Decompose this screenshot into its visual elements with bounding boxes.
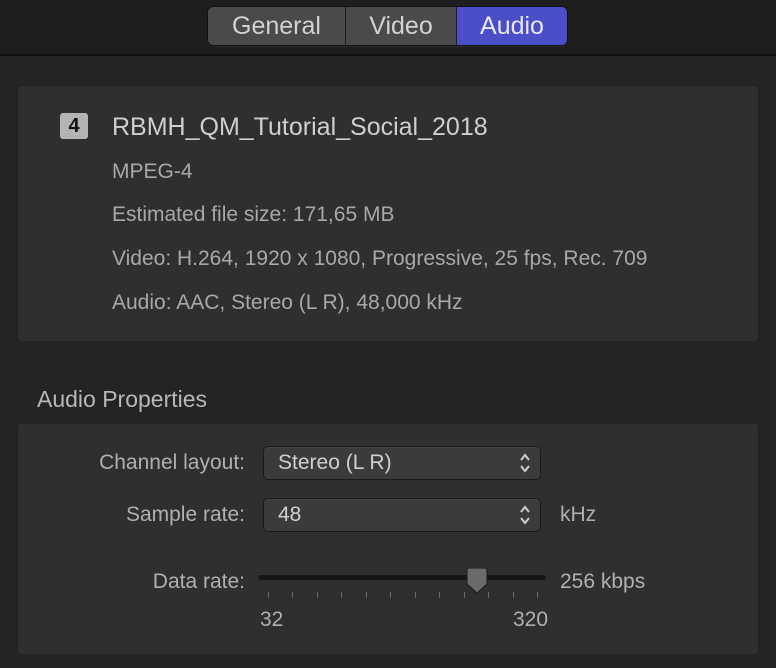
data-rate-value: 256 kbps <box>560 570 646 593</box>
slider-tick <box>439 592 441 598</box>
slider-tick <box>390 592 392 598</box>
channel-layout-popup[interactable]: Stereo (L R) <box>263 446 541 480</box>
tab-bar: General Video Audio <box>207 6 568 46</box>
sample-rate-unit: kHz <box>560 503 597 526</box>
data-rate-min-label: 32 <box>260 608 284 631</box>
video-info: Video: H.264, 1920 x 1080, Progressive, … <box>112 247 648 270</box>
up-down-chevron-icon <box>520 453 530 473</box>
slider-tick <box>292 592 294 598</box>
slider-tick <box>365 592 367 598</box>
sample-rate-value: 48 <box>278 503 302 526</box>
slider-tick <box>537 592 538 598</box>
tab-general[interactable]: General <box>208 7 346 45</box>
data-rate-max-label: 320 <box>513 608 549 631</box>
data-rate-slider-thumb[interactable] <box>465 568 489 594</box>
tab-audio[interactable]: Audio <box>457 7 567 45</box>
channel-layout-value: Stereo (L R) <box>278 451 392 474</box>
sample-rate-label: Sample rate: <box>125 503 245 526</box>
file-size: Estimated file size: 171,65 MB <box>112 203 395 226</box>
slider-tick <box>268 592 269 598</box>
channel-layout-label: Channel layout: <box>99 451 245 474</box>
slider-tick <box>316 592 318 598</box>
toolbar: General Video Audio <box>0 0 776 56</box>
file-format: MPEG-4 <box>112 160 193 183</box>
slider-tick <box>512 592 514 598</box>
up-down-chevron-icon <box>520 505 530 525</box>
tab-video[interactable]: Video <box>346 7 457 45</box>
slider-tick <box>341 592 343 598</box>
file-name: RBMH_QM_Tutorial_Social_2018 <box>112 113 488 141</box>
data-rate-slider-track[interactable] <box>258 575 546 580</box>
role-badge: 4 <box>60 113 88 139</box>
slider-tick <box>414 592 416 598</box>
audio-info: Audio: AAC, Stereo (L R), 48,000 kHz <box>112 291 463 314</box>
section-title: Audio Properties <box>37 386 208 412</box>
sample-rate-popup[interactable]: 48 <box>263 498 541 532</box>
data-rate-label: Data rate: <box>152 570 245 593</box>
